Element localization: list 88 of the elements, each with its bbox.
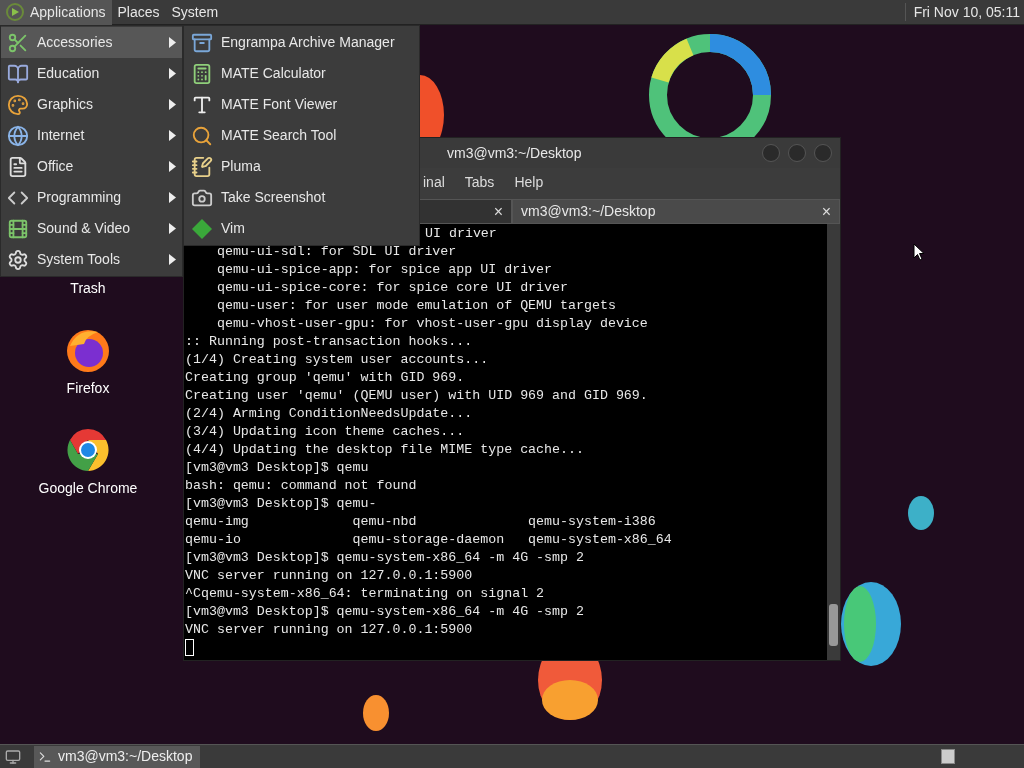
tab-close-button[interactable]: × xyxy=(821,199,831,224)
document-icon xyxy=(7,155,29,178)
menu-category[interactable]: Office xyxy=(1,151,182,182)
terminal-line: ^Cqemu-system-x86_64: terminating on signal 2 xyxy=(185,585,545,603)
window-title: vm3@vm3:~/Desktop xyxy=(447,143,582,163)
desktop-icon-label[interactable]: Google Chrome xyxy=(38,478,138,499)
desktop-icon-label[interactable]: Firefox xyxy=(66,378,110,399)
wallpaper-oval xyxy=(363,695,389,731)
mate-logo-icon xyxy=(6,3,24,21)
archive-icon xyxy=(191,31,213,54)
menu-category[interactable]: Education xyxy=(1,58,182,89)
scissors-icon xyxy=(7,31,29,54)
terminal-line: (4/4) Updating the desktop file MIME type cache... xyxy=(185,441,584,459)
terminal-line: VNC server running on 127.0.0.1:5900 xyxy=(185,621,473,639)
menu-item[interactable]: MATE Calculator xyxy=(184,58,419,89)
menu-item[interactable]: MATE Search Tool xyxy=(184,120,419,151)
tab-label: vm3@vm3:~/Desktop xyxy=(521,202,656,221)
monitor-icon xyxy=(5,748,21,765)
maximize-button[interactable] xyxy=(788,144,806,162)
menu-category[interactable]: Internet xyxy=(1,120,182,151)
settings-icon xyxy=(7,248,29,271)
menu-item[interactable]: Engrampa Archive Manager xyxy=(184,27,419,58)
panel-menu[interactable]: System xyxy=(165,0,225,25)
menu-item[interactable]: Help xyxy=(514,171,544,193)
menu-category[interactable]: Accessories xyxy=(1,27,182,58)
terminal-line: (2/4) Arming ConditionNeedsUpdate... xyxy=(185,405,473,423)
panel-menu[interactable]: Applications xyxy=(0,0,112,25)
submenu-arrow-icon xyxy=(169,99,176,110)
terminal-icon xyxy=(38,749,52,764)
desktop-icon-label[interactable]: Trash xyxy=(70,278,106,299)
terminal-line: [vm3@vm3 Desktop]$ qemu-system-x86_64 -m 4G -smp 2 xyxy=(185,549,584,567)
notepad-icon xyxy=(191,155,213,178)
menu-category[interactable]: System Tools xyxy=(1,244,182,275)
submenu-arrow-icon xyxy=(169,161,176,172)
terminal-line: (3/4) Updating icon theme caches... xyxy=(185,423,465,441)
terminal-line: qemu-ui-spice-core: for spice core UI driver xyxy=(215,279,568,297)
terminal-cursor xyxy=(185,639,194,656)
terminal-line: :: Running post-transaction hooks... xyxy=(185,333,473,351)
minimize-button[interactable] xyxy=(762,144,780,162)
menu-item[interactable]: Vim xyxy=(184,213,419,244)
menu-category[interactable]: Sound & Video xyxy=(1,213,182,244)
scrollbar[interactable] xyxy=(827,224,840,660)
terminal-line: qemu-io qemu-storage-daemon qemu-system-x86_64 xyxy=(185,531,672,549)
terminal-line: qemu-vhost-user-gpu: for vhost-user-gpu display device xyxy=(215,315,648,333)
panel-menu[interactable]: Places xyxy=(111,0,166,25)
close-button[interactable] xyxy=(814,144,832,162)
search-icon xyxy=(191,124,213,147)
menu-category[interactable]: Graphics xyxy=(1,89,182,120)
terminal-tab[interactable]: vm3@vm3:~/Desktop × xyxy=(512,199,840,224)
menu-item[interactable]: Tabs xyxy=(464,171,495,193)
submenu-arrow-icon xyxy=(169,68,176,79)
terminal-line: VNC server running on 127.0.0.1:5900 xyxy=(185,567,473,585)
menu-item[interactable]: MATE Font Viewer xyxy=(184,89,419,120)
tab-close-button[interactable]: × xyxy=(493,199,503,224)
terminal-line: Creating group 'qemu' with GID 969. xyxy=(185,369,465,387)
film-icon xyxy=(7,217,29,240)
terminal-line: bash: qemu: command not found xyxy=(185,477,417,495)
chrome-icon xyxy=(64,426,112,474)
wallpaper-oval xyxy=(908,496,934,530)
terminal-line: UI driver xyxy=(425,225,497,243)
globe-icon xyxy=(7,124,29,147)
terminal-line: qemu-ui-sdl: for SDL UI driver xyxy=(215,243,457,261)
scrollbar-thumb[interactable] xyxy=(829,604,838,646)
submenu-arrow-icon xyxy=(169,130,176,141)
terminal-line: (1/4) Creating system user accounts... xyxy=(185,351,489,369)
terminal-line: qemu-img qemu-nbd qemu-system-i386 xyxy=(185,513,656,531)
terminal-line: [vm3@vm3 Desktop]$ qemu-system-x86_64 -m 4G -smp 2 xyxy=(185,603,584,621)
menu-item[interactable]: Take Screenshot xyxy=(184,182,419,213)
menu-item[interactable]: inal xyxy=(423,171,445,193)
menu-item[interactable]: Pluma xyxy=(184,151,419,182)
calculator-icon xyxy=(191,62,213,85)
clock[interactable]: Fri Nov 10, 05:11 xyxy=(913,1,1024,23)
terminal-line: qemu-ui-spice-app: for spice app UI driver xyxy=(215,261,553,279)
terminal-line: [vm3@vm3 Desktop]$ qemu xyxy=(185,459,369,477)
submenu-arrow-icon xyxy=(169,223,176,234)
mouse-pointer-icon xyxy=(913,243,925,261)
menu-category[interactable]: Programming xyxy=(1,182,182,213)
book-icon xyxy=(7,62,29,85)
diamond-icon xyxy=(191,217,213,240)
workspace-switcher[interactable] xyxy=(941,749,955,764)
submenu-arrow-icon xyxy=(169,192,176,203)
terminal-line: [vm3@vm3 Desktop]$ qemu- xyxy=(185,495,377,513)
terminal-line: Creating user 'qemu' (QEMU user) with UID 969 and GID 969. xyxy=(185,387,648,405)
taskbar-button[interactable]: vm3@vm3:~/Desktop xyxy=(34,745,200,768)
submenu-arrow-icon xyxy=(169,37,176,48)
terminal-line: qemu-user: for user mode emulation of QEMU targets xyxy=(215,297,616,315)
palette-icon xyxy=(7,93,29,116)
submenu-arrow-icon xyxy=(169,254,176,265)
